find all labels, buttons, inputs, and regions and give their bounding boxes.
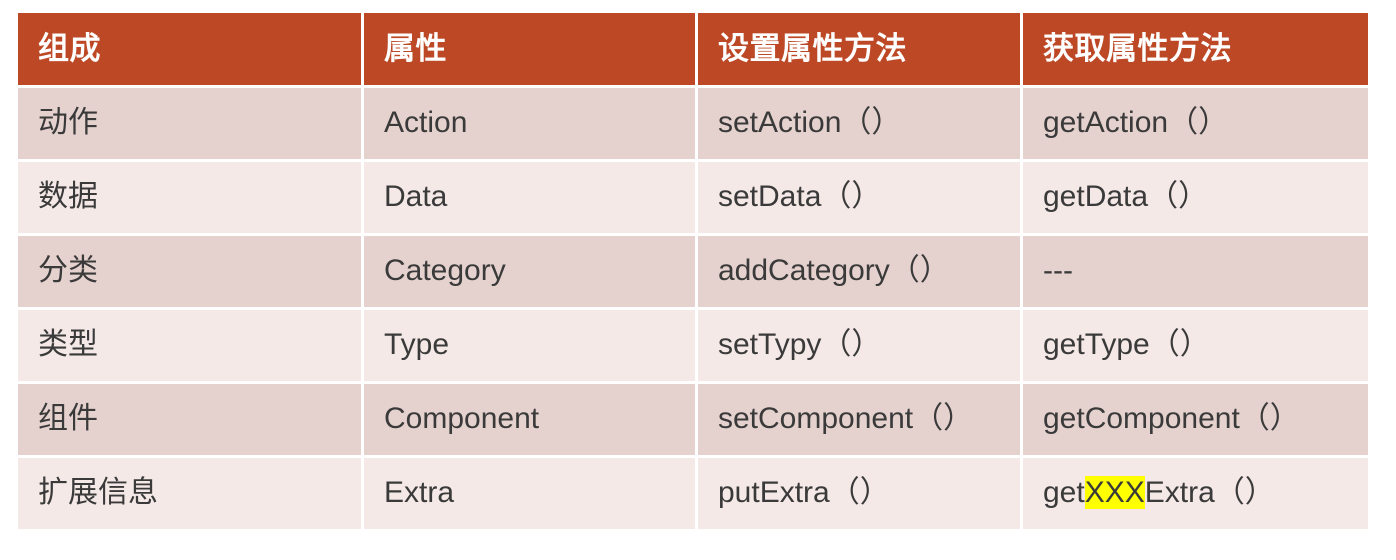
cell-component: 组件	[18, 384, 361, 455]
table-header-row: 组成 属性 设置属性方法 获取属性方法	[18, 13, 1368, 85]
column-header-setter-method: 设置属性方法	[698, 13, 1020, 85]
getter-highlight: XXX	[1084, 476, 1145, 510]
cell-setter-method: setAction（）	[698, 88, 1020, 159]
getter-suffix: Extra（）	[1144, 476, 1275, 510]
table-row: 动作 Action setAction（） getAction（）	[18, 88, 1368, 159]
cell-component: 扩展信息	[18, 458, 361, 529]
cell-attribute: Extra	[364, 458, 695, 529]
cell-component: 分类	[18, 236, 361, 307]
table-row: 分类 Category addCategory（） ---	[18, 236, 1368, 307]
cell-attribute: Data	[364, 162, 695, 233]
cell-component: 动作	[18, 88, 361, 159]
getter-prefix: getData（）	[1043, 180, 1209, 214]
cell-getter-method: getComponent（）	[1023, 384, 1368, 455]
cell-setter-method: setData（）	[698, 162, 1020, 233]
cell-getter-method: getAction（）	[1023, 88, 1368, 159]
intent-attributes-table: 组成 属性 设置属性方法 获取属性方法 动作 Action setAction（…	[18, 13, 1368, 530]
getter-prefix: ---	[1043, 254, 1073, 288]
table-row: 数据 Data setData（） getData（）	[18, 162, 1368, 233]
table-row: 组件 Component setComponent（） getComponent…	[18, 384, 1368, 455]
cell-component: 数据	[18, 162, 361, 233]
cell-attribute: Action	[364, 88, 695, 159]
cell-getter-method: getXXXExtra（）	[1023, 458, 1368, 529]
getter-prefix: getAction（）	[1043, 106, 1229, 140]
cell-attribute: Category	[364, 236, 695, 307]
table-row: 扩展信息 Extra putExtra（） getXXXExtra（）	[18, 458, 1368, 529]
cell-getter-method: getData（）	[1023, 162, 1368, 233]
cell-setter-method: setTypy（）	[698, 310, 1020, 381]
getter-prefix: getType（）	[1043, 328, 1210, 362]
cell-getter-method: getType（）	[1023, 310, 1368, 381]
table: 组成 属性 设置属性方法 获取属性方法 动作 Action setAction（…	[15, 10, 1371, 532]
cell-attribute: Component	[364, 384, 695, 455]
getter-prefix: get	[1043, 476, 1085, 510]
table-body: 动作 Action setAction（） getAction（） 数据 Dat…	[18, 88, 1368, 529]
cell-setter-method: setComponent（）	[698, 384, 1020, 455]
table-header: 组成 属性 设置属性方法 获取属性方法	[18, 13, 1368, 85]
cell-component: 类型	[18, 310, 361, 381]
cell-attribute: Type	[364, 310, 695, 381]
cell-setter-method: addCategory（）	[698, 236, 1020, 307]
column-header-component: 组成	[18, 13, 361, 85]
table-row: 类型 Type setTypy（） getType（）	[18, 310, 1368, 381]
column-header-getter-method: 获取属性方法	[1023, 13, 1368, 85]
cell-getter-method: ---	[1023, 236, 1368, 307]
column-header-attribute: 属性	[364, 13, 695, 85]
cell-setter-method: putExtra（）	[698, 458, 1020, 529]
getter-prefix: getComponent（）	[1043, 402, 1300, 436]
